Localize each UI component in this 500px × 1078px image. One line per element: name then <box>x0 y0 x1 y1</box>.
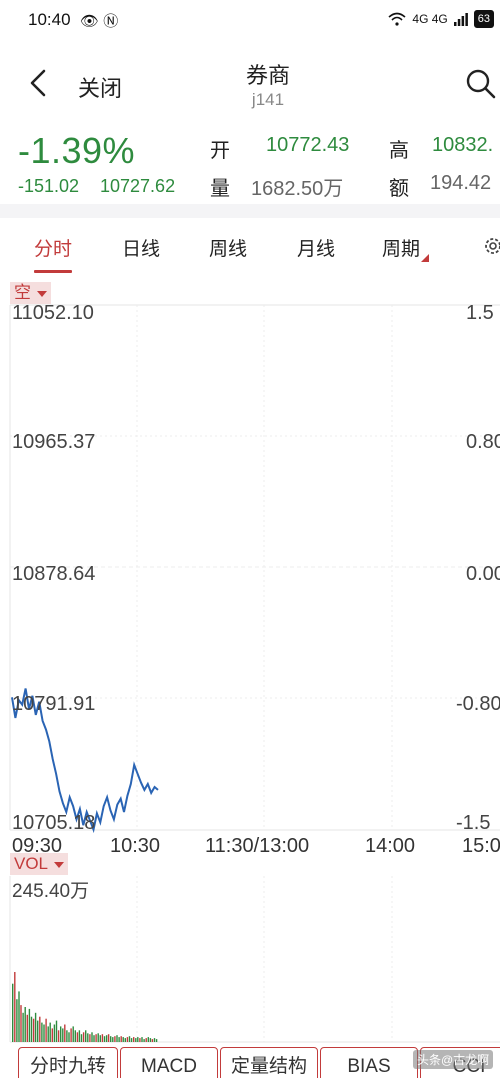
volume-bar <box>85 1030 87 1042</box>
volume-bar <box>101 1034 104 1042</box>
volume-bar <box>112 1037 114 1042</box>
volume-bar <box>130 1038 133 1042</box>
volume-bar <box>139 1038 141 1042</box>
volume-bar <box>103 1036 106 1042</box>
volume-bar <box>89 1034 91 1042</box>
volume-bar <box>107 1034 110 1042</box>
volume-bar <box>68 1032 70 1042</box>
volume-bar <box>95 1034 97 1042</box>
volume-bar <box>41 1022 43 1042</box>
volume-bar <box>74 1030 76 1042</box>
y-tick-right-4: -0.80 <box>456 693 500 715</box>
volume-bar <box>66 1030 68 1042</box>
volume-bar <box>137 1037 139 1042</box>
volume-bar <box>122 1037 124 1042</box>
volume-bar <box>143 1039 145 1042</box>
volume-bar <box>55 1020 58 1042</box>
volume-bar <box>37 1020 39 1042</box>
volume-bar <box>53 1024 56 1042</box>
volume-bar <box>155 1039 158 1042</box>
volume-bar <box>72 1026 74 1042</box>
volume-bar <box>82 1032 85 1042</box>
y-tick-left-2: 10965.37 <box>12 431 96 453</box>
volume-bar <box>93 1035 95 1042</box>
volume-bar <box>49 1022 51 1042</box>
volume-bar <box>76 1032 79 1042</box>
volume-bar <box>22 1012 24 1042</box>
volume-bar <box>141 1037 143 1042</box>
volume-bar <box>91 1032 93 1042</box>
volume-bar <box>34 1012 37 1042</box>
volume-bar <box>151 1039 154 1042</box>
volume-bar <box>47 1026 49 1042</box>
volume-bar <box>18 991 20 1042</box>
volume-bar <box>114 1036 116 1042</box>
volume-bar <box>39 1016 41 1042</box>
volume-bar <box>149 1038 152 1042</box>
y-tick-right-3: 0.00 <box>466 563 500 585</box>
volume-bar <box>24 1007 26 1042</box>
volume-bar <box>133 1037 135 1042</box>
volume-bar <box>70 1028 72 1042</box>
volume-bar <box>116 1035 118 1042</box>
volume-bar <box>97 1033 99 1043</box>
volume-bar <box>118 1037 120 1042</box>
volume-bar <box>64 1024 66 1042</box>
y-tick-right-5: -1.5 <box>456 812 491 834</box>
indicator-label: VOL <box>14 854 49 873</box>
price-chart <box>9 304 500 1043</box>
volume-bar <box>87 1033 89 1043</box>
y-tick-right-2: 0.80 <box>466 431 500 453</box>
volume-bar <box>147 1037 149 1042</box>
volume-bar <box>145 1038 147 1042</box>
volume-bar <box>30 1016 33 1042</box>
volume-bar <box>20 1005 22 1042</box>
volume-max-label: 245.40万 <box>12 881 90 902</box>
volume-bar <box>78 1030 81 1042</box>
indicator-selector[interactable]: VOL <box>10 853 69 875</box>
volume-bar <box>135 1038 137 1042</box>
x-tick-5: 15:0 <box>462 835 500 857</box>
y-tick-left-5: 10705.18 <box>12 812 96 834</box>
volume-bar <box>99 1035 101 1042</box>
indicator-button-nine-turn[interactable]: 分时九转 <box>18 1047 118 1078</box>
volume-bar <box>62 1028 64 1042</box>
volume-bar <box>45 1018 47 1042</box>
x-tick-4: 14:00 <box>365 835 416 857</box>
volume-bar <box>12 983 14 1042</box>
indicator-button-quant[interactable]: 定量结构 <box>220 1047 318 1078</box>
volume-bar <box>110 1036 112 1042</box>
volume-bar <box>124 1038 126 1042</box>
volume-bar <box>32 1018 35 1042</box>
y-tick-left-3: 10878.64 <box>12 563 96 585</box>
volume-bar <box>80 1034 83 1042</box>
y-tick-right-1: 1.5 <box>466 302 494 324</box>
watermark: 头条@古龙啊 <box>413 1050 494 1069</box>
indicator-button-bias[interactable]: BIAS <box>320 1047 418 1078</box>
volume-bar <box>153 1038 156 1042</box>
volume-bar <box>43 1024 45 1042</box>
volume-bar <box>16 999 18 1042</box>
x-tick-3: 11:30/13:00 <box>205 835 310 857</box>
y-tick-left-4: 10791.91 <box>12 693 96 715</box>
volume-bar <box>126 1037 129 1042</box>
x-tick-2: 10:30 <box>110 835 161 857</box>
volume-bar <box>14 972 16 1042</box>
indicator-button-macd[interactable]: MACD <box>120 1047 218 1078</box>
volume-bar <box>120 1036 122 1042</box>
volume-bar <box>128 1036 131 1042</box>
chevron-down-icon <box>54 861 65 868</box>
volume-bar <box>57 1030 60 1042</box>
volume-bar <box>105 1035 108 1042</box>
volume-bar <box>28 1008 31 1042</box>
volume-bar <box>60 1026 62 1042</box>
y-tick-left-1: 11052.10 <box>12 302 94 324</box>
volume-bar <box>51 1028 53 1042</box>
volume-bar <box>26 1014 28 1042</box>
